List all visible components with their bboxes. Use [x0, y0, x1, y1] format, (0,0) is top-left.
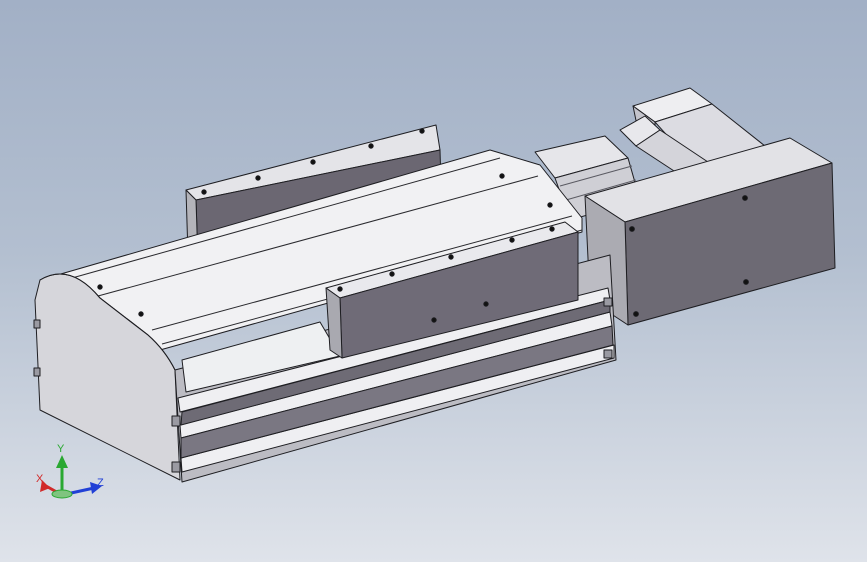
graphics-viewport[interactable]: Y X Z	[0, 0, 867, 562]
3d-model-view[interactable]: Y X Z	[0, 0, 867, 562]
x-axis-label: X	[36, 473, 44, 485]
z-axis-label: Z	[97, 477, 104, 489]
y-axis-label: Y	[57, 443, 65, 455]
main-body	[33, 149, 617, 483]
y-axis-arrow	[56, 455, 68, 468]
view-orientation-triad[interactable]: Y X Z	[36, 443, 104, 499]
